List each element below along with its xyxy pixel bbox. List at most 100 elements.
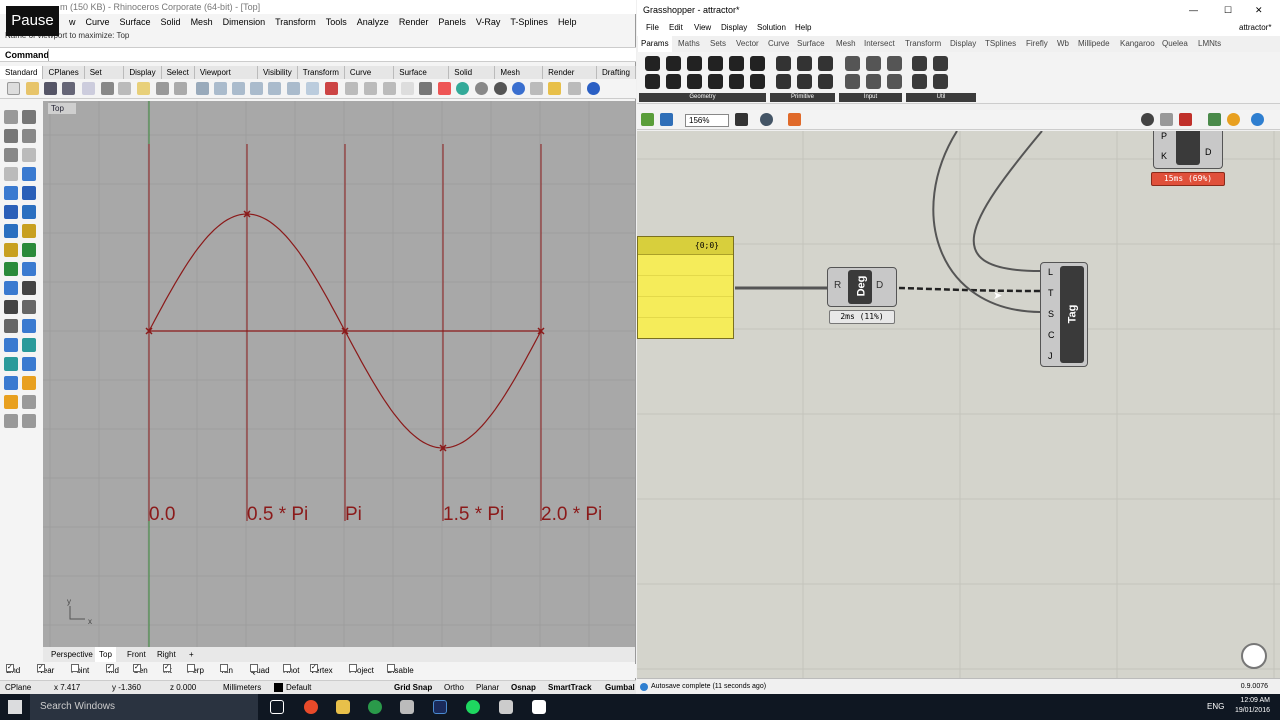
gh-menu-solution[interactable]: Solution <box>757 20 786 36</box>
deg-component[interactable]: R Deg D <box>827 267 897 307</box>
tab-solid-tools[interactable]: Solid Tools <box>449 66 496 90</box>
side-tool-icon[interactable] <box>22 224 36 238</box>
gh-component-button-icon[interactable] <box>933 74 948 89</box>
status-layer[interactable]: Default <box>286 681 311 695</box>
top-input-k[interactable]: K <box>1161 151 1167 161</box>
menu-item-tools[interactable]: Tools <box>321 14 352 30</box>
display-settings-icon[interactable] <box>1251 113 1264 126</box>
gh-component-button-icon[interactable] <box>912 56 927 71</box>
zoom-extents-icon[interactable] <box>735 113 748 126</box>
status-gumball[interactable]: Gumbal <box>605 681 635 695</box>
viewport-tab-top[interactable]: Top <box>95 647 116 662</box>
viewport-label[interactable]: Top <box>48 103 76 114</box>
side-tool-icon[interactable] <box>22 376 36 390</box>
osnap-checkbox[interactable]: ✓ <box>106 664 114 672</box>
gh-tab-maths[interactable]: Maths <box>678 36 700 52</box>
side-tool-icon[interactable] <box>22 357 36 371</box>
gh-component-button-icon[interactable] <box>708 56 723 71</box>
status-grid-snap[interactable]: Grid Snap <box>394 681 432 695</box>
osnap-cen[interactable]: ✓Cen <box>133 664 148 678</box>
menu-item-tsplines[interactable]: T-Splines <box>505 14 553 30</box>
side-tool-icon[interactable] <box>22 300 36 314</box>
zoom-icon[interactable] <box>214 82 227 95</box>
gh-menu-view[interactable]: View <box>694 20 711 36</box>
osnap-checkbox[interactable]: ✓ <box>310 664 318 672</box>
side-tool-icon[interactable] <box>4 262 18 276</box>
gh-component-button-icon[interactable] <box>666 74 681 89</box>
tag-input-t[interactable]: T <box>1048 288 1054 298</box>
tab-viewport-layout[interactable]: Viewport Layout <box>195 66 258 90</box>
side-tool-icon[interactable] <box>22 338 36 352</box>
gh-component-button-icon[interactable] <box>845 56 860 71</box>
osnap-vertex[interactable]: ✓ Vertex <box>310 664 333 678</box>
osnap-checkbox[interactable] <box>71 664 79 672</box>
tab-surface-tools[interactable]: Surface Tools <box>394 66 450 90</box>
gh-tab-transform[interactable]: Transform <box>905 36 941 52</box>
utorrent-icon[interactable] <box>368 700 382 714</box>
gh-tab-params[interactable]: Params <box>638 36 672 52</box>
osnap-checkbox[interactable] <box>283 664 291 672</box>
grasshopper-icon[interactable] <box>532 700 546 714</box>
gh-component-button-icon[interactable] <box>887 74 902 89</box>
menu-item-help[interactable]: Help <box>553 14 582 30</box>
gh-component-button-icon[interactable] <box>933 56 948 71</box>
tab-set-view[interactable]: Set View <box>85 66 125 90</box>
windows-start-icon[interactable] <box>8 700 22 714</box>
viewport-tab-right[interactable]: Right <box>153 647 180 662</box>
clock[interactable]: 12:09 AM 19/01/2016 <box>1235 696 1270 716</box>
side-tool-icon[interactable] <box>4 167 18 181</box>
menu-item-surface[interactable]: Surface <box>115 14 156 30</box>
gh-tab-tsplines[interactable]: TSplines <box>985 36 1016 52</box>
side-tool-icon[interactable] <box>22 205 36 219</box>
osnap-end[interactable]: ✓End <box>6 664 20 678</box>
gh-component-button-icon[interactable] <box>708 74 723 89</box>
spotify-icon[interactable] <box>466 700 480 714</box>
gh-tab-quelea[interactable]: Quelea <box>1162 36 1188 52</box>
close-icon[interactable]: ✕ <box>1255 0 1263 20</box>
side-tool-icon[interactable] <box>22 281 36 295</box>
tab-cplanes[interactable]: CPlanes <box>43 66 85 79</box>
maximize-icon[interactable]: ☐ <box>1224 0 1232 20</box>
osnap-checkbox[interactable]: ✓ <box>37 664 45 672</box>
rendered-sphere-icon[interactable] <box>494 82 507 95</box>
mesh-quality-icon[interactable] <box>1227 113 1240 126</box>
gh-tab-millipede[interactable]: Millipede <box>1078 36 1110 52</box>
gh-component-button-icon[interactable] <box>818 56 833 71</box>
side-tool-icon[interactable] <box>22 262 36 276</box>
osnap-checkbox[interactable]: ✓ <box>6 664 14 672</box>
gh-component-button-icon[interactable] <box>776 56 791 71</box>
menu-item-solid[interactable]: Solid <box>156 14 186 30</box>
gh-tab-mesh[interactable]: Mesh <box>836 36 856 52</box>
viewport-tab-front[interactable]: Front <box>123 647 150 662</box>
yellow-panel[interactable]: {0;0} <box>637 236 734 339</box>
status-planar[interactable]: Planar <box>476 681 499 695</box>
save-file-icon[interactable] <box>660 113 673 126</box>
gh-component-button-icon[interactable] <box>818 74 833 89</box>
shaded-sphere-icon[interactable] <box>475 82 488 95</box>
side-tool-icon[interactable] <box>4 186 18 200</box>
render-icon[interactable] <box>512 82 525 95</box>
preview-shaded-icon[interactable] <box>1179 113 1192 126</box>
pause-button[interactable]: Pause <box>6 6 59 36</box>
gh-doc-name[interactable]: attractor* <box>1239 20 1271 36</box>
tab-transform[interactable]: Transform <box>298 66 345 79</box>
osnap-checkbox[interactable] <box>250 664 258 672</box>
gh-component-button-icon[interactable] <box>776 74 791 89</box>
light-bulb-icon[interactable] <box>548 82 561 95</box>
sketch-icon[interactable] <box>788 113 801 126</box>
lock-icon[interactable] <box>419 82 432 95</box>
gh-component-button-icon[interactable] <box>750 74 765 89</box>
gh-tab-intersect[interactable]: Intersect <box>864 36 895 52</box>
osnap-perp[interactable]: Perp <box>187 664 204 678</box>
options-icon[interactable] <box>568 82 581 95</box>
pan-hand-icon[interactable] <box>174 82 187 95</box>
osnap-project[interactable]: Project <box>349 664 374 678</box>
layer-icon[interactable] <box>438 82 451 95</box>
undo-icon[interactable] <box>156 82 169 95</box>
navigation-compass-icon[interactable] <box>1241 643 1267 669</box>
osnap-knot[interactable]: Knot <box>283 664 299 678</box>
menu-item[interactable]: w <box>64 14 81 30</box>
group-primitive[interactable]: Primitive <box>770 93 835 102</box>
tag-input-s[interactable]: S <box>1048 309 1054 319</box>
osnap-tan[interactable]: Tan <box>220 664 233 678</box>
